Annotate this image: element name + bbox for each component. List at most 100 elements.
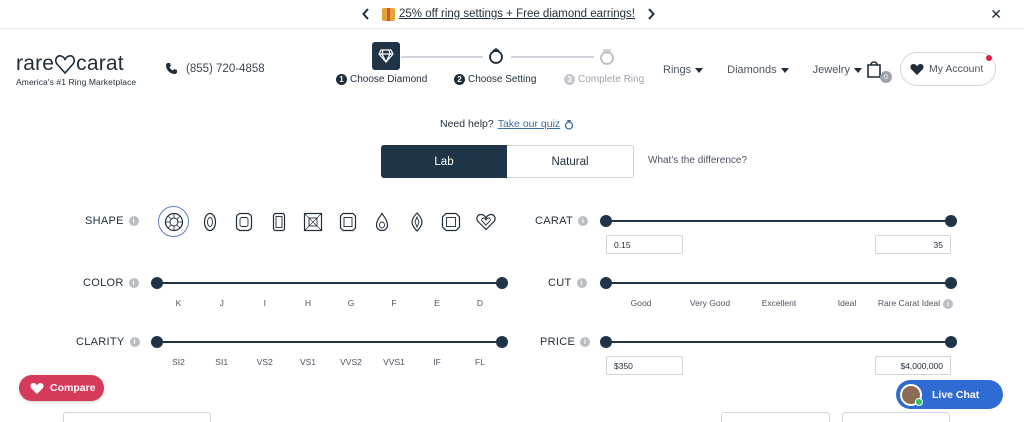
clarity-grade-label[interactable]: SI1 (215, 357, 228, 367)
filter-label-text: PRICE (540, 336, 576, 348)
info-icon[interactable]: i (577, 216, 588, 226)
nav-diamonds[interactable]: Diamonds (727, 64, 789, 76)
carat-filter-label: CARAT i (535, 215, 588, 227)
promo-content: 25% off ring settings + Free diamond ear… (360, 6, 657, 22)
clarity-max-handle[interactable] (496, 336, 508, 348)
shopping-bag-icon[interactable]: 0 (866, 60, 892, 83)
close-icon[interactable]: ✕ (990, 6, 1002, 23)
quick-ship-toggle[interactable] (63, 412, 211, 422)
shape-marquise-icon[interactable] (400, 206, 435, 237)
shape-cushion-icon[interactable] (227, 206, 262, 237)
cut-grade-label[interactable]: Good (631, 298, 652, 308)
top-nav: Rings Diamonds Jewelry (663, 64, 862, 76)
more-filters-button[interactable] (721, 412, 830, 422)
clarity-grade-label[interactable]: FL (475, 357, 485, 367)
step-number: 3 (564, 74, 575, 85)
info-icon[interactable]: i (128, 278, 139, 288)
cut-filter-label: CUT i (548, 277, 587, 289)
nav-jewelry[interactable]: Jewelry (813, 64, 862, 76)
cut-slider[interactable]: Good Very Good Excellent Ideal Rare Cara… (600, 277, 957, 312)
clarity-slider[interactable]: SI2 SI1 VS2 VS1 VVS2 VVS1 IF FL (151, 336, 508, 371)
info-icon[interactable]: i (580, 337, 591, 347)
agent-avatar (900, 383, 923, 406)
color-grade-label[interactable]: I (264, 298, 266, 308)
step-text: Choose Diamond (350, 74, 428, 85)
color-grade-label[interactable]: J (220, 298, 224, 308)
color-slider[interactable]: K J I H G F E D (151, 277, 508, 312)
color-grade-label[interactable]: D (477, 298, 483, 308)
price-min-input[interactable]: $350 (606, 356, 683, 375)
carat-min-input[interactable]: 0.15 (606, 235, 683, 254)
cut-grade-label[interactable]: Excellent (762, 298, 797, 308)
carat-slider-track[interactable] (600, 215, 957, 227)
shape-heart-icon[interactable] (469, 206, 504, 237)
natural-toggle-button[interactable]: Natural (507, 145, 634, 178)
color-min-handle[interactable] (151, 277, 163, 289)
difference-link[interactable]: What's the difference? (648, 155, 747, 166)
chevron-left-icon[interactable] (360, 6, 372, 22)
clarity-grade-label[interactable]: SI2 (172, 357, 185, 367)
shape-emerald-icon[interactable] (262, 206, 297, 237)
shape-round-icon[interactable] (158, 206, 189, 237)
info-icon[interactable]: i (576, 278, 587, 288)
live-chat-button[interactable]: Live Chat (896, 380, 1003, 409)
quiz-link[interactable]: Take our quiz (498, 118, 560, 130)
help-prefix: Need help? (440, 118, 494, 130)
cut-grade-label[interactable]: Rare Carat Ideal (878, 298, 940, 308)
caret-down-icon (780, 67, 789, 73)
clarity-grade-label[interactable]: IF (433, 357, 441, 367)
shape-oval-icon[interactable] (193, 206, 228, 237)
price-max-handle[interactable] (945, 336, 957, 348)
cut-min-handle[interactable] (600, 277, 612, 289)
promo-link[interactable]: 25% off ring settings + Free diamond ear… (382, 7, 635, 21)
chevron-right-icon[interactable] (645, 6, 657, 22)
shape-filter-label: SHAPE i (85, 215, 139, 227)
carat-max-input[interactable]: 35 (875, 235, 951, 254)
lab-natural-toggle: Lab Natural (381, 145, 634, 178)
color-grade-label[interactable]: K (176, 298, 182, 308)
step-connector (401, 56, 483, 58)
clarity-grade-label[interactable]: VVS1 (383, 357, 405, 367)
clarity-grade-label[interactable]: VS2 (257, 357, 273, 367)
shape-radiant-icon[interactable] (331, 206, 366, 237)
clarity-grade-label[interactable]: VVS2 (340, 357, 362, 367)
clarity-min-handle[interactable] (151, 336, 163, 348)
filter-label-text: SHAPE (85, 215, 124, 227)
price-slider-track[interactable] (600, 336, 957, 348)
nav-rings[interactable]: Rings (663, 64, 704, 76)
info-icon[interactable]: i (128, 216, 139, 226)
cut-max-handle[interactable] (945, 277, 957, 289)
logo-text-right: carat (76, 52, 124, 75)
step-3-label[interactable]: 3 Complete Ring (564, 74, 644, 85)
color-grade-label[interactable]: E (434, 298, 440, 308)
reset-filters-button[interactable] (842, 412, 950, 422)
color-grade-label[interactable]: H (305, 298, 311, 308)
color-grade-label[interactable]: G (348, 298, 355, 308)
step-2-label[interactable]: 2 Choose Setting (454, 74, 536, 85)
carat-max-handle[interactable] (945, 215, 957, 227)
carat-min-handle[interactable] (600, 215, 612, 227)
shape-asscher-icon[interactable] (434, 206, 469, 237)
my-account-button[interactable]: My Account (900, 52, 996, 86)
color-grade-label[interactable]: F (391, 298, 396, 308)
clarity-grade-label[interactable]: VS1 (300, 357, 316, 367)
shape-pear-icon[interactable] (365, 206, 400, 237)
info-icon[interactable]: i (129, 337, 140, 347)
brand-logo[interactable]: rare carat America's #1 Ring Marketplace (16, 52, 136, 87)
cut-grade-label[interactable]: Ideal (838, 298, 856, 308)
filter-label-text: CARAT (535, 215, 573, 227)
shape-princess-icon[interactable] (296, 206, 331, 237)
info-icon[interactable]: i (943, 299, 953, 309)
ring-setting-icon[interactable] (482, 42, 510, 70)
cut-grade-label[interactable]: Very Good (690, 298, 730, 308)
phone-contact[interactable]: (855) 720-4858 (165, 62, 265, 75)
price-min-handle[interactable] (600, 336, 612, 348)
diamond-icon[interactable] (372, 42, 400, 70)
ring-icon[interactable] (593, 42, 621, 70)
color-max-handle[interactable] (496, 277, 508, 289)
price-max-input[interactable]: $4,000,000 (875, 356, 951, 375)
promo-text: 25% off ring settings + Free diamond ear… (399, 8, 635, 20)
lab-toggle-button[interactable]: Lab (381, 145, 507, 178)
compare-button[interactable]: Compare (19, 375, 104, 401)
step-1-label[interactable]: 1 Choose Diamond (336, 74, 427, 85)
